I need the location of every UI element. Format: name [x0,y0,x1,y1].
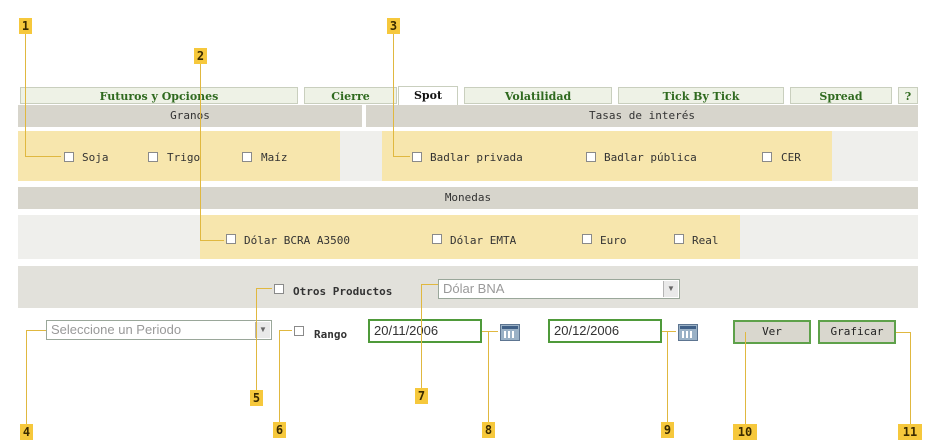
callout-2-line [200,64,201,240]
callout-9: 9 [661,422,674,438]
callout-9-pointer [662,331,676,332]
tab-spot[interactable]: Spot [398,86,458,106]
cer-checkbox[interactable] [762,152,772,162]
otros-productos-select[interactable]: Dólar BNA ▼ [438,279,680,299]
rango-checkbox[interactable] [294,326,304,336]
tab-cierre[interactable]: Cierre [304,87,397,104]
callout-5: 5 [250,390,263,406]
rango-label: Rango [314,328,348,341]
chevron-down-icon: ▼ [663,281,678,297]
callout-3: 3 [387,18,400,34]
periodo-select[interactable]: Seleccione un Periodo ▼ [46,320,272,340]
monedas-header: Monedas [18,187,918,209]
callout-3-pointer [393,156,410,157]
tab-spread[interactable]: Spread [790,87,892,104]
callout-11-pointer [896,332,910,333]
callout-5-pointer [256,288,272,289]
cer-label: CER [781,151,801,164]
callout-10-line [745,332,746,424]
trigo-checkbox[interactable] [148,152,158,162]
real-checkbox[interactable] [674,234,684,244]
periodo-select-value: Seleccione un Periodo [51,322,182,337]
soja-label: Soja [82,151,109,164]
date-from-input[interactable]: 20/11/2006 [368,319,482,343]
callout-6-line [279,330,280,422]
callout-9-line [667,331,668,423]
dolar-emta-label: Dólar EMTA [450,234,517,247]
callout-6-pointer [279,330,292,331]
callout-11: 11 [898,424,922,440]
callout-5-line [256,288,257,392]
callout-4-pointer [26,330,46,331]
dolar-bcra-label: Dólar BCRA A3500 [244,234,350,247]
callout-8-pointer [482,331,498,332]
tab-volatilidad[interactable]: Volatilidad [464,87,612,104]
soja-checkbox[interactable] [64,152,74,162]
graficar-button[interactable]: Graficar [818,320,896,344]
dolar-emta-checkbox[interactable] [432,234,442,244]
callout-10: 10 [733,424,757,440]
callout-11-line [910,332,911,424]
badlar-publica-checkbox[interactable] [586,152,596,162]
badlar-publica-label: Badlar pública [604,151,697,164]
trigo-label: Trigo [167,151,201,164]
callout-7: 7 [415,388,428,404]
callout-8: 8 [482,422,495,438]
tab-tick-by-tick[interactable]: Tick By Tick [618,87,784,104]
otros-productos-select-value: Dólar BNA [443,281,505,296]
real-label: Real [692,234,719,247]
callout-2-pointer [200,240,224,241]
callout-1-pointer [25,156,61,157]
otros-productos-checkbox[interactable] [274,284,284,294]
calendar-icon[interactable] [678,324,698,341]
callout-7-line [421,284,422,390]
tab-futuros-y-opciones[interactable]: Futuros y Opciones [20,87,298,104]
callout-3-line [393,34,394,156]
badlar-privada-checkbox[interactable] [412,152,422,162]
otros-productos-label: Otros Productos [293,285,393,298]
date-to-input[interactable]: 20/12/2006 [548,319,662,343]
tab-help[interactable]: ? [898,87,918,104]
callout-2: 2 [194,48,207,64]
callout-4-line [26,330,27,424]
tasas-header: Tasas de interés [366,105,918,127]
callout-4: 4 [20,424,33,440]
callout-1: 1 [19,18,32,34]
callout-8-line [488,331,489,423]
calendar-icon[interactable] [500,324,520,341]
granos-header: Granos [18,105,362,127]
dolar-bcra-checkbox[interactable] [226,234,236,244]
maiz-checkbox[interactable] [242,152,252,162]
euro-label: Euro [600,234,627,247]
callout-1-line [25,34,26,156]
maiz-label: Maíz [261,151,288,164]
callout-6: 6 [273,422,286,438]
badlar-privada-label: Badlar privada [430,151,523,164]
chevron-down-icon: ▼ [255,322,270,338]
callout-7-pointer [421,284,438,285]
euro-checkbox[interactable] [582,234,592,244]
